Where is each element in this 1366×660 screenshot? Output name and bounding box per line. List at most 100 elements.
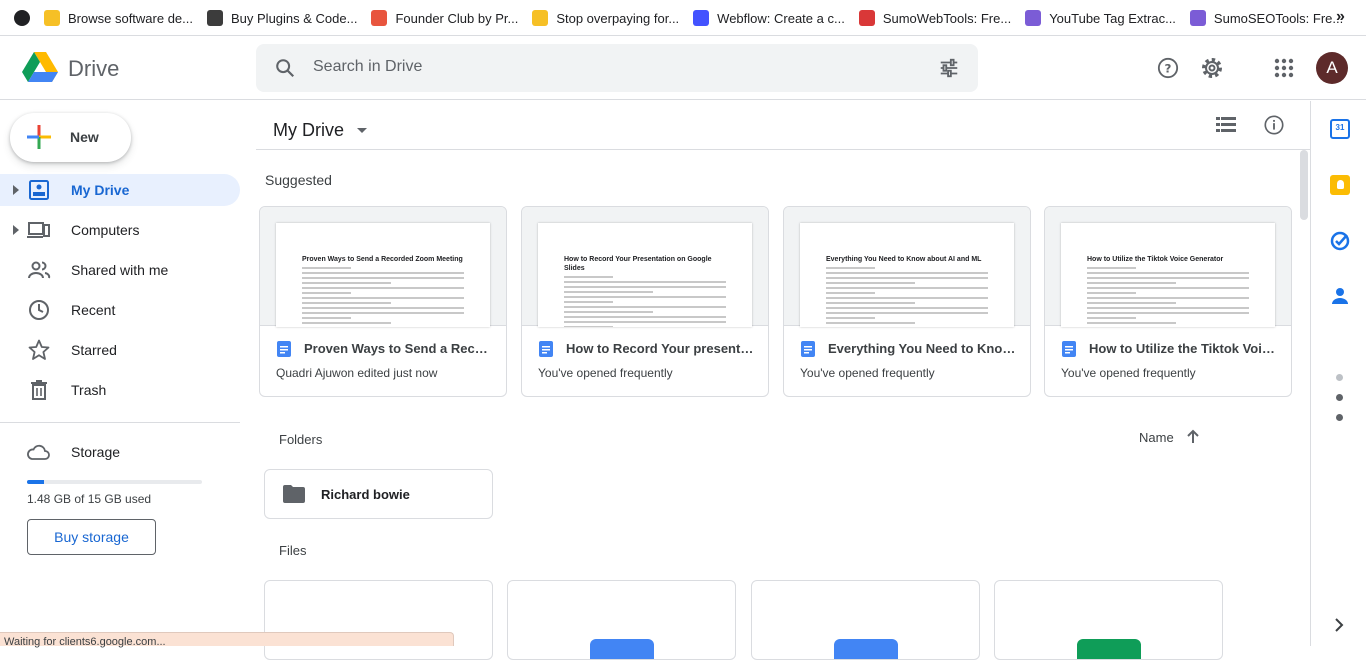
bookmark-item[interactable]: Stop overpaying for...: [532, 0, 679, 36]
doc-text-line: [564, 276, 613, 278]
toolbar-divider: [256, 149, 1310, 150]
details-button[interactable]: [1254, 105, 1294, 145]
list-view-button[interactable]: [1206, 105, 1246, 145]
expand-arrow-icon[interactable]: [11, 225, 21, 235]
bookmark-label: SumoWebTools: Fre...: [882, 10, 1012, 26]
doc-text-line: [1087, 287, 1249, 289]
folder-item[interactable]: Richard bowie: [264, 469, 493, 519]
doc-text-line: [826, 312, 988, 314]
doc-text-line: [302, 307, 464, 309]
sidebar-item-label: Computers: [71, 222, 140, 238]
file-card[interactable]: [507, 580, 736, 660]
doc-text-line: [564, 301, 613, 303]
storage-bar: [27, 480, 202, 484]
keep-icon: [1336, 180, 1344, 189]
file-card[interactable]: [751, 580, 980, 660]
sidebar-item-starred[interactable]: Starred: [0, 334, 240, 366]
buy-storage-button[interactable]: Buy storage: [27, 519, 156, 555]
sidebar-item-label: Trash: [71, 382, 107, 398]
trash-icon: [31, 380, 47, 400]
app-header: Drive Search in Drive ? A: [0, 36, 1366, 100]
suggested-heading: Suggested: [265, 172, 332, 188]
new-button[interactable]: New: [10, 113, 131, 162]
google-docs-icon: [539, 341, 553, 357]
doc-text-line: [826, 272, 988, 274]
avatar[interactable]: A: [1316, 52, 1348, 84]
bookmark-item[interactable]: Browse software de...: [44, 0, 193, 36]
doc-text-line: [564, 286, 726, 288]
contacts-icon[interactable]: [1331, 287, 1349, 305]
suggested-file-title: Proven Ways to Send a Recor...: [304, 341, 494, 356]
google-docs-icon: [277, 341, 291, 357]
bookmark-item[interactable]: YouTube Tag Extrac...: [1025, 0, 1176, 36]
clock-icon: [29, 300, 49, 320]
bookmark-item[interactable]: Buy Plugins & Code...: [207, 0, 357, 36]
suggested-file-title: How to Utilize the Tiktok Voic...: [1089, 341, 1279, 356]
sidebar-item-my-drive[interactable]: My Drive: [0, 174, 240, 206]
bookmark-item[interactable]: Founder Club by Pr...: [371, 0, 518, 36]
sidebar-divider: [0, 422, 240, 423]
doc-text-line: [564, 296, 726, 298]
keep-app-button[interactable]: [1330, 175, 1350, 195]
buy-storage-label: Buy storage: [54, 529, 129, 545]
sort-label: Name: [1139, 429, 1174, 445]
help-button[interactable]: ?: [1148, 48, 1188, 88]
drive-logo[interactable]: [22, 50, 58, 84]
google-apps-button[interactable]: [1264, 48, 1304, 88]
doc-text-line: [1087, 272, 1249, 274]
bookmark-label: SumoSEOTools: Fre...: [1213, 10, 1344, 26]
sidebar-item-trash[interactable]: Trash: [0, 374, 240, 406]
suggested-file-activity: You've opened frequently: [538, 366, 673, 380]
doc-text-line: [302, 302, 392, 304]
bookmarks-overflow-button[interactable]: »: [1336, 8, 1345, 26]
suggested-file-activity: Quadri Ajuwon edited just now: [276, 366, 438, 380]
sort-by-name[interactable]: Name: [1139, 429, 1201, 445]
doc-text-line: [302, 287, 464, 289]
scroll-dot: [1336, 374, 1343, 381]
calendar-app-button[interactable]: 31: [1330, 119, 1350, 139]
doc-text-line: [1087, 297, 1249, 299]
suggested-file-card[interactable]: How to Record Your Presentation on Googl…: [521, 206, 769, 397]
status-text: Waiting for clients6.google.com...: [4, 636, 166, 648]
plus-icon: [27, 125, 51, 149]
doc-text-line: [1087, 322, 1177, 324]
drive-title-dropdown[interactable]: My Drive: [273, 115, 372, 145]
suggested-file-card[interactable]: Proven Ways to Send a Recorded Zoom Meet…: [259, 206, 507, 397]
search-icon[interactable]: [274, 57, 296, 79]
bookmark-favicon-icon: [532, 10, 549, 26]
expand-arrow-icon[interactable]: [11, 185, 21, 195]
settings-button[interactable]: [1192, 48, 1232, 88]
file-card[interactable]: [994, 580, 1223, 660]
file-type-thumbnail: [834, 639, 898, 659]
chevron-right-icon[interactable]: [1333, 617, 1345, 633]
sidebar-item-recent[interactable]: Recent: [0, 294, 240, 326]
bookmark-item[interactable]: SumoSEOTools: Fre...: [1189, 0, 1344, 36]
bookmark-label: Webflow: Create a c...: [717, 10, 845, 26]
sidebar-item-computers[interactable]: Computers: [0, 214, 240, 246]
search-input[interactable]: Search in Drive: [313, 58, 422, 76]
file-card[interactable]: [264, 580, 493, 660]
suggested-file-card[interactable]: How to Utilize the Tiktok Voice Generato…: [1044, 206, 1292, 397]
file-thumbnail: How to Record Your Presentation on Googl…: [522, 207, 768, 327]
file-type-thumbnail: [1077, 639, 1141, 659]
suggested-file-card[interactable]: Everything You Need to Know about AI and…: [783, 206, 1031, 397]
suggested-file-title: How to Record Your presentat...: [566, 341, 756, 356]
bookmarks-apps-icon[interactable]: [14, 10, 30, 26]
doc-text-line: [826, 267, 875, 269]
info-icon: [1264, 115, 1284, 135]
storage-label[interactable]: Storage: [71, 444, 120, 460]
bookmark-item[interactable]: SumoWebTools: Fre...: [858, 0, 1012, 36]
tasks-icon[interactable]: [1330, 231, 1350, 251]
suggested-file-activity: You've opened frequently: [1061, 366, 1196, 380]
google-docs-icon: [801, 341, 815, 357]
doc-text-line: [1087, 282, 1177, 284]
search-options-icon[interactable]: [938, 57, 960, 79]
main-scrollbar[interactable]: [1300, 150, 1308, 220]
doc-text-line: [302, 277, 464, 279]
bookmark-favicon-icon: [858, 10, 875, 26]
app-name: Drive: [68, 56, 120, 81]
apps-grid-icon: [1274, 58, 1294, 78]
sidebar-item-shared-with-me[interactable]: Shared with me: [0, 254, 240, 286]
search-bar[interactable]: Search in Drive: [256, 44, 978, 92]
bookmark-item[interactable]: Webflow: Create a c...: [693, 0, 845, 36]
